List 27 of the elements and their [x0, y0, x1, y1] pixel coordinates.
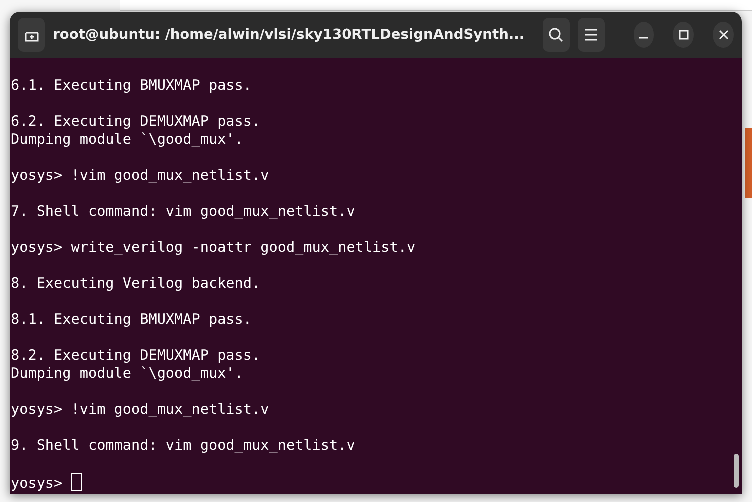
menu-button[interactable]	[578, 18, 605, 52]
terminal-line: 6.1. Executing BMUXMAP pass.	[11, 77, 254, 95]
scrollbar-thumb[interactable]	[734, 454, 739, 488]
terminal-line: Dumping module `\good_mux'.	[11, 365, 244, 383]
terminal-line: 7. Shell command: vim good_mux_netlist.v	[11, 203, 356, 221]
terminal-line: 8. Executing Verilog backend.	[11, 275, 262, 293]
menu-icon	[584, 29, 598, 41]
maximize-icon	[678, 30, 689, 40]
terminal-line: 8.1. Executing BMUXMAP pass.	[11, 311, 254, 329]
minimize-icon	[639, 37, 648, 39]
terminal-line: 9. Shell command: vim good_mux_netlist.v	[11, 437, 356, 455]
terminal-line: yosys> !vim good_mux_netlist.v	[11, 167, 270, 185]
terminal-line: yosys> !vim good_mux_netlist.v	[11, 401, 270, 419]
minimize-button[interactable]	[634, 22, 654, 48]
background-window-panel	[745, 128, 752, 198]
search-icon	[548, 27, 564, 43]
terminal-prompt: yosys>	[11, 473, 742, 493]
close-icon	[718, 30, 729, 40]
maximize-button[interactable]	[673, 22, 694, 48]
window-title: root@ubuntu: /home/alwin/vlsi/sky130RTLDesignAndSynth...	[53, 27, 526, 43]
search-button[interactable]	[542, 18, 570, 52]
terminal-line: 8.2. Executing DEMUXMAP pass.	[11, 347, 262, 365]
terminal-line: yosys> write_verilog -noattr good_mux_netlist.v	[11, 239, 417, 257]
terminal-line: 6.2. Executing DEMUXMAP pass.	[11, 113, 262, 131]
new-tab-button[interactable]	[18, 18, 46, 52]
terminal-line: Dumping module `\good_mux'.	[11, 131, 244, 149]
close-button[interactable]	[713, 22, 734, 48]
